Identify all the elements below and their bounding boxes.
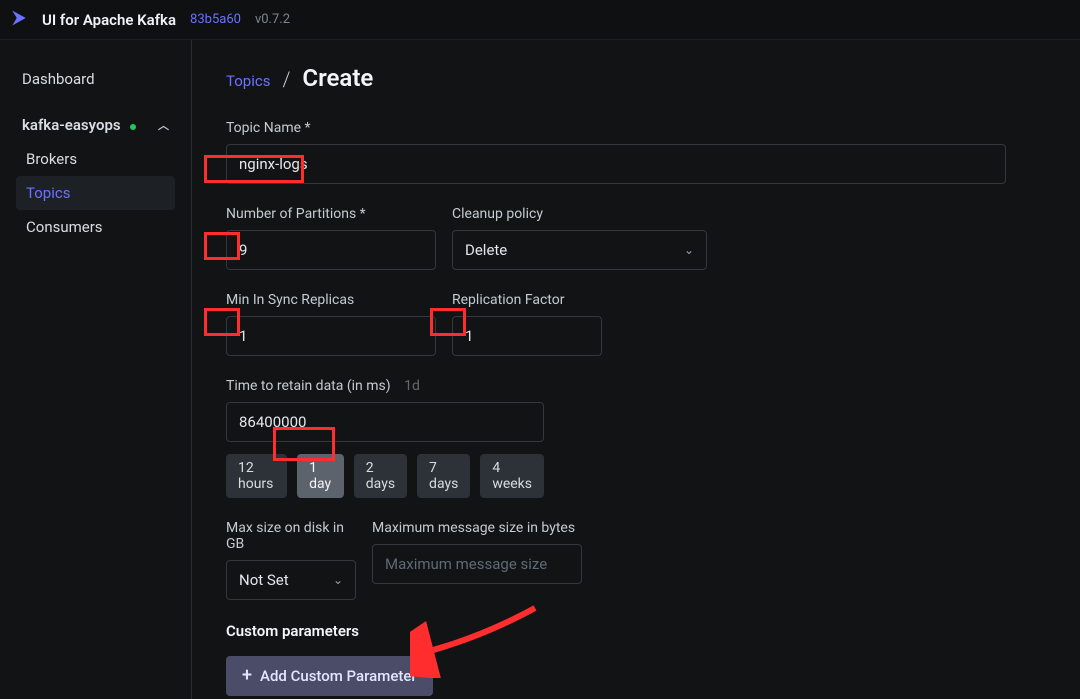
topbar: UI for Apache Kafka 83b5a60 v0.7.2 [0, 0, 1080, 40]
chip-2-days[interactable]: 2 days [354, 454, 407, 498]
status-dot-icon [130, 124, 136, 130]
chip-7-days[interactable]: 7 days [417, 454, 470, 498]
add-custom-parameter-button[interactable]: + Add Custom Parameter [226, 656, 433, 696]
chevron-down-icon: ⌄ [333, 573, 343, 587]
sidebar-item-label: Consumers [22, 218, 103, 236]
cleanup-policy-value: Delete [465, 241, 507, 259]
retention-hint: 1d [404, 378, 420, 394]
max-disk-select[interactable]: Not Set ⌄ [226, 560, 356, 600]
chip-4-weeks[interactable]: 4 weeks [480, 454, 544, 498]
retention-chips: 12 hours 1 day 2 days 7 days 4 weeks [226, 454, 544, 498]
page-title: Create [302, 64, 373, 92]
max-msg-input[interactable] [372, 544, 582, 584]
custom-params-title: Custom parameters [226, 622, 1046, 640]
retention-label-text: Time to retain data (in ms) [226, 378, 391, 394]
main-panel: Topics / Create Topic Name * Number of P… [192, 40, 1080, 699]
replication-factor-input[interactable] [452, 316, 602, 356]
sidebar: Dashboard kafka-easyops ︿ Brokers Topics… [0, 40, 192, 699]
sidebar-item-topics[interactable]: Topics [16, 176, 175, 210]
retention-input[interactable] [226, 402, 544, 442]
logo-icon [10, 9, 28, 31]
partitions-label: Number of Partitions * [226, 206, 436, 222]
chevron-down-icon: ⌄ [684, 243, 694, 257]
sidebar-cluster-toggle[interactable]: kafka-easyops ︿ [16, 108, 175, 142]
max-msg-label: Maximum message size in bytes [372, 520, 582, 536]
cluster-name: kafka-easyops [22, 116, 121, 134]
topic-name-label: Topic Name * [226, 120, 1006, 136]
sidebar-item-consumers[interactable]: Consumers [16, 210, 175, 244]
min-isr-input[interactable] [226, 316, 436, 356]
cluster-name-wrap: kafka-easyops [22, 116, 138, 134]
max-disk-value: Not Set [239, 571, 289, 589]
sidebar-item-label: Brokers [22, 150, 77, 168]
add-custom-parameter-label: Add Custom Parameter [260, 667, 417, 685]
version-label: v0.7.2 [255, 12, 290, 27]
commit-hash[interactable]: 83b5a60 [190, 12, 241, 27]
breadcrumb-topics-link[interactable]: Topics [226, 72, 270, 90]
breadcrumb-separator: / [282, 67, 290, 91]
sidebar-item-brokers[interactable]: Brokers [16, 142, 175, 176]
chip-12-hours[interactable]: 12 hours [226, 454, 287, 498]
topic-name-input[interactable] [226, 144, 1006, 184]
sidebar-item-label: Dashboard [22, 70, 95, 88]
min-isr-label: Min In Sync Replicas [226, 292, 436, 308]
sidebar-item-label: Topics [22, 184, 70, 202]
brand-title: UI for Apache Kafka [42, 11, 176, 29]
cleanup-policy-select[interactable]: Delete ⌄ [452, 230, 707, 270]
cleanup-policy-label: Cleanup policy [452, 206, 707, 222]
chevron-up-icon: ︿ [158, 117, 169, 133]
replication-factor-label: Replication Factor [452, 292, 602, 308]
chip-1-day[interactable]: 1 day [297, 454, 344, 498]
breadcrumb: Topics / Create [226, 64, 1046, 92]
retention-label: Time to retain data (in ms) 1d [226, 378, 544, 394]
sidebar-item-dashboard[interactable]: Dashboard [16, 62, 175, 96]
partitions-input[interactable] [226, 230, 436, 270]
max-disk-label: Max size on disk in GB [226, 520, 356, 552]
